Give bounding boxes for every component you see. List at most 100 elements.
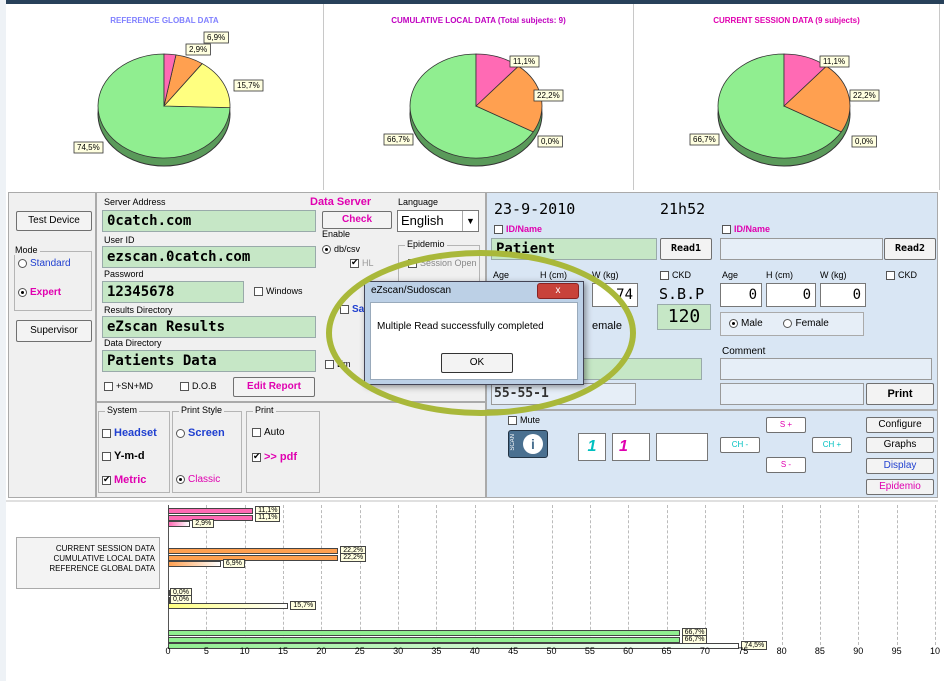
data-dir-field[interactable]: Patients Data <box>102 350 316 372</box>
metric-checkbox[interactable]: Metric <box>102 474 146 486</box>
edit-report-button[interactable]: Edit Report <box>233 377 315 397</box>
ckd-checkbox-1[interactable]: CKD <box>660 270 691 281</box>
supervisor-button[interactable]: Supervisor <box>16 320 92 342</box>
server-address-field[interactable]: 0catch.com <box>102 210 316 232</box>
headset-checkbox[interactable]: Headset <box>102 427 157 439</box>
weight-label-2: W (kg) <box>820 270 847 280</box>
left-panel <box>8 192 96 498</box>
weight-field-2[interactable]: 0 <box>820 283 866 307</box>
screen-radio[interactable]: Screen <box>176 427 225 439</box>
bar-x-tick: 55 <box>584 646 595 656</box>
s-minus-button[interactable]: S - <box>766 457 806 473</box>
chevron-down-icon: ▼ <box>462 211 478 231</box>
bar-x-tick: 10 <box>929 646 940 656</box>
highlight-ellipse <box>326 250 636 416</box>
language-select[interactable]: English ▼ <box>397 210 479 232</box>
scan-button[interactable]: SCAN i <box>508 430 548 458</box>
epidemio-button[interactable]: Epidemio <box>866 479 934 495</box>
bar-gridline <box>474 505 476 645</box>
ch-minus-button[interactable]: CH - <box>720 437 760 453</box>
classic-radio[interactable]: Classic <box>176 474 220 485</box>
bar-x-tick: 40 <box>469 646 480 656</box>
mode-standard-label: Standard <box>30 258 71 269</box>
print-button[interactable]: Print <box>866 383 934 405</box>
windows-label: Windows <box>266 286 303 296</box>
height-label-2: H (cm) <box>766 270 793 280</box>
bar-mark <box>168 630 680 636</box>
svg-text:66,7%: 66,7% <box>387 135 410 144</box>
pie-label: 66,7% <box>689 133 720 146</box>
pie-label: 22,2% <box>849 89 880 102</box>
data-server-label: Data Server <box>310 196 372 208</box>
patient-name-field-2[interactable] <box>720 238 883 260</box>
bar-gridline <box>858 505 860 645</box>
check-button[interactable]: Check <box>322 211 392 229</box>
bar-mark <box>168 603 289 609</box>
bar-gridline <box>436 505 438 645</box>
hl-checkbox[interactable]: HL <box>350 257 374 269</box>
mode-standard-radio[interactable]: Standard <box>18 258 71 269</box>
bar-x-tick: 65 <box>661 646 672 656</box>
bar-gridline <box>283 505 285 645</box>
read2-button[interactable]: Read2 <box>884 238 936 260</box>
time-text: 21h52 <box>660 200 706 218</box>
bar-x-tick: 80 <box>776 646 787 656</box>
ymd-checkbox[interactable]: Y-m-d <box>102 450 145 462</box>
test-device-button[interactable]: Test Device <box>16 211 92 231</box>
bar-x-tick: 10 <box>239 646 250 656</box>
ckd-checkbox-2[interactable]: CKD <box>886 270 917 281</box>
id-name-checkbox-2[interactable]: ID/Name <box>722 224 770 235</box>
display-button[interactable]: Display <box>866 458 934 474</box>
language-label: Language <box>398 197 439 207</box>
female-radio-2[interactable] <box>783 318 793 328</box>
bar-mark <box>168 636 680 643</box>
mode-expert-radio[interactable]: Expert <box>18 287 61 298</box>
male-radio-2[interactable]: Male Female <box>720 312 864 336</box>
comment-field[interactable] <box>720 358 932 380</box>
counter-field-1[interactable]: 1 <box>578 433 606 461</box>
id-name-checkbox-1[interactable]: ID/Name <box>494 224 543 235</box>
sbp-label: S.B.P <box>659 285 705 303</box>
read1-button[interactable]: Read1 <box>660 238 712 260</box>
graphs-button[interactable]: Graphs <box>866 437 934 453</box>
pie-chart-session: 66,7% 0,0% 22,2% 11,1% <box>689 53 880 167</box>
bar-x-tick: 25 <box>354 646 365 656</box>
sn-md-label: +SN+MD <box>116 381 154 391</box>
sbp-field[interactable]: 120 <box>657 304 711 330</box>
pie-label: 15,7% <box>233 79 264 92</box>
counter-field-2[interactable]: 1 <box>612 433 650 461</box>
ch-plus-button[interactable]: CH + <box>812 437 852 453</box>
svg-text:15,7%: 15,7% <box>237 81 260 90</box>
pie-label: 74,5% <box>73 141 104 154</box>
height-field-2[interactable]: 0 <box>766 283 816 307</box>
dob-checkbox[interactable]: D.O.B <box>180 381 217 392</box>
password-field[interactable]: 12345678 <box>102 281 244 303</box>
bar-value-label: 15,7% <box>290 601 317 610</box>
bar-gridline <box>398 505 400 645</box>
male-label-2: Male <box>741 318 763 329</box>
mode-expert-label: Expert <box>30 287 62 298</box>
sn-md-checkbox[interactable]: +SN+MD <box>104 381 154 392</box>
windows-checkbox[interactable]: Windows <box>254 286 303 297</box>
pie-label: 2,9% <box>185 43 211 56</box>
auto-checkbox[interactable]: Auto <box>252 427 285 438</box>
user-id-field[interactable]: ezscan.0catch.com <box>102 246 316 268</box>
bar-gridline <box>359 505 361 645</box>
configure-button[interactable]: Configure <box>866 417 934 433</box>
s-plus-button[interactable]: S + <box>766 417 806 433</box>
pdf-checkbox[interactable]: >> pdf <box>252 451 297 463</box>
id-name-label-1: ID/Name <box>506 224 543 234</box>
svg-text:22,2%: 22,2% <box>537 91 560 100</box>
results-dir-field[interactable]: eZscan Results <box>102 316 316 338</box>
bar-gridline <box>781 505 783 645</box>
result-field-2[interactable] <box>720 383 864 405</box>
svg-text:22,2%: 22,2% <box>853 91 876 100</box>
mute-checkbox[interactable]: Mute <box>508 415 540 426</box>
db-csv-radio[interactable]: db/csv <box>322 244 360 255</box>
print-title: Print <box>253 405 276 415</box>
age-field-2[interactable]: 0 <box>720 283 762 307</box>
bar-gridline <box>935 505 936 645</box>
counter-field-3[interactable] <box>656 433 708 461</box>
server-address-label: Server Address <box>104 197 166 207</box>
bar-x-tick: 0 <box>165 646 171 656</box>
